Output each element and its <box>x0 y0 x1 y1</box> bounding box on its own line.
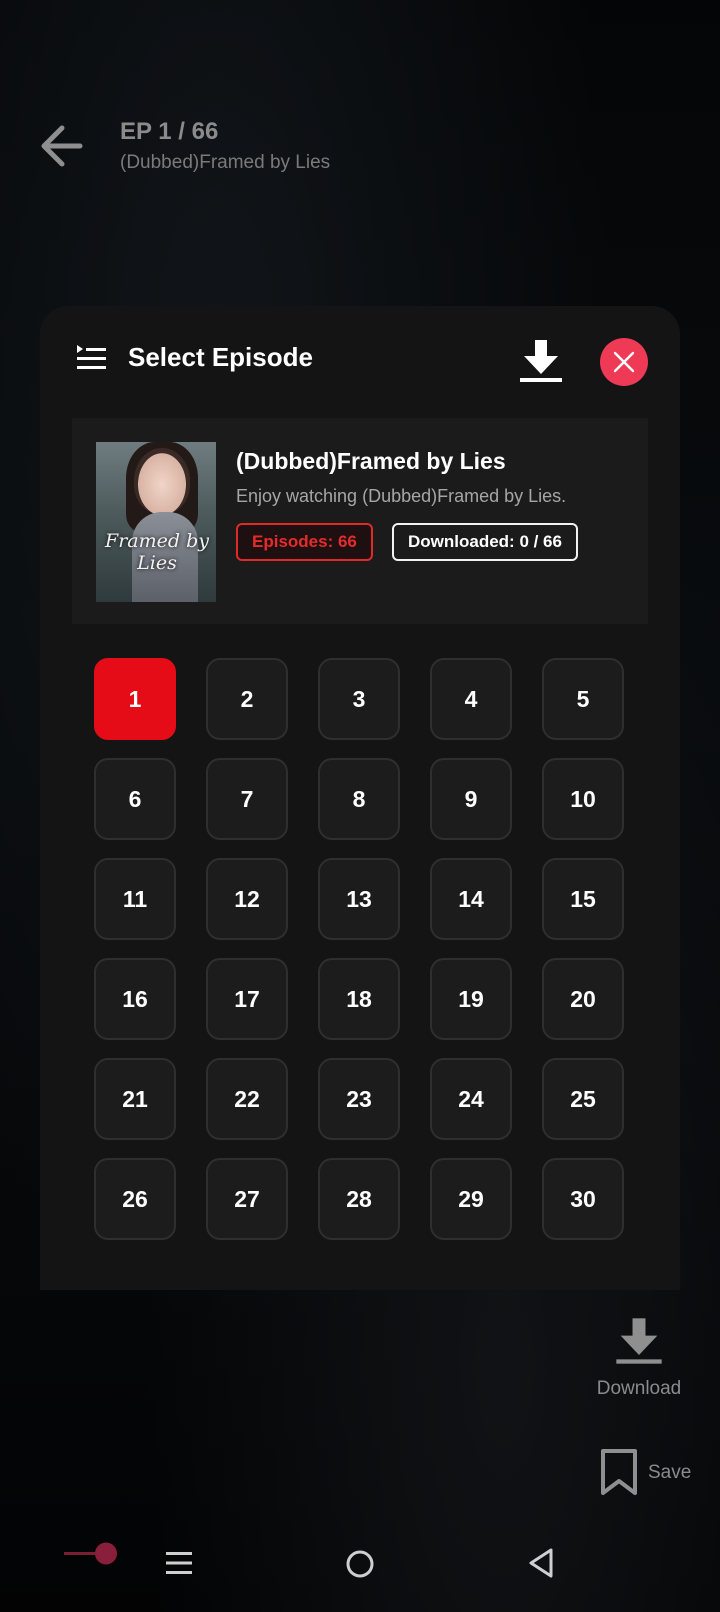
episode-button-21[interactable]: 21 <box>94 1058 176 1140</box>
episode-button-30[interactable]: 30 <box>542 1158 624 1240</box>
episode-button-1[interactable]: 1 <box>94 658 176 740</box>
episode-button-7[interactable]: 7 <box>206 758 288 840</box>
episode-button-28[interactable]: 28 <box>318 1158 400 1240</box>
download-icon <box>616 1318 662 1364</box>
episode-button-12[interactable]: 12 <box>206 858 288 940</box>
show-subtitle: (Dubbed)Framed by Lies <box>120 152 331 173</box>
list-play-icon <box>77 345 106 369</box>
menu-icon <box>166 1552 192 1574</box>
episodes-badge: Episodes: 66 <box>236 523 373 561</box>
episode-selector-sheet: Select Episode Framed by Lies (Dubbed)Fr… <box>40 306 680 1290</box>
episode-button-10[interactable]: 10 <box>542 758 624 840</box>
back-button[interactable] <box>36 118 92 174</box>
episode-counter: EP 1 / 66 <box>120 118 219 145</box>
episode-button-4[interactable]: 4 <box>430 658 512 740</box>
episode-button-13[interactable]: 13 <box>318 858 400 940</box>
episode-button-17[interactable]: 17 <box>206 958 288 1040</box>
episode-button-20[interactable]: 20 <box>542 958 624 1040</box>
episode-button-25[interactable]: 25 <box>542 1058 624 1140</box>
system-nav-bar <box>0 1530 720 1600</box>
episode-button-11[interactable]: 11 <box>94 858 176 940</box>
episode-button-19[interactable]: 19 <box>430 958 512 1040</box>
episode-button-15[interactable]: 15 <box>542 858 624 940</box>
sheet-header: Select Episode <box>40 306 680 416</box>
show-description: Enjoy watching (Dubbed)Framed by Lies. <box>236 486 567 506</box>
episode-button-24[interactable]: 24 <box>430 1058 512 1140</box>
bookmark-icon <box>601 1449 637 1495</box>
side-download-button[interactable]: Download <box>594 1314 684 1410</box>
episode-button-23[interactable]: 23 <box>318 1058 400 1140</box>
side-download-label: Download <box>596 1378 682 1399</box>
home-circle-icon <box>346 1550 374 1578</box>
episode-button-14[interactable]: 14 <box>430 858 512 940</box>
episode-button-18[interactable]: 18 <box>318 958 400 1040</box>
episode-button-5[interactable]: 5 <box>542 658 624 740</box>
close-icon <box>613 351 635 373</box>
episode-button-8[interactable]: 8 <box>318 758 400 840</box>
player-header: EP 1 / 66 (Dubbed)Framed by Lies <box>0 110 720 190</box>
nav-back-button[interactable] <box>526 1546 556 1580</box>
show-poster: Framed by Lies <box>96 442 216 602</box>
episode-button-29[interactable]: 29 <box>430 1158 512 1240</box>
episode-grid: 1 2 3 4 5 6 7 8 9 10 11 12 13 14 15 16 17 18 19 20 21 22 23 24 2… <box>94 658 624 1240</box>
sheet-title: Select Episode <box>128 342 313 372</box>
poster-art-face <box>134 448 190 514</box>
side-save-label: Save <box>648 1462 692 1483</box>
episode-button-26[interactable]: 26 <box>94 1158 176 1240</box>
episode-button-3[interactable]: 3 <box>318 658 400 740</box>
episode-button-6[interactable]: 6 <box>94 758 176 840</box>
nav-recents-button[interactable] <box>164 1548 194 1578</box>
download-icon <box>520 340 562 382</box>
triangle-back-icon <box>529 1548 553 1578</box>
download-all-button[interactable] <box>516 336 566 386</box>
episode-button-2[interactable]: 2 <box>206 658 288 740</box>
nav-home-button[interactable] <box>344 1548 376 1580</box>
arrow-left-icon <box>41 125 83 167</box>
episode-button-9[interactable]: 9 <box>430 758 512 840</box>
episode-button-22[interactable]: 22 <box>206 1058 288 1140</box>
downloaded-badge: Downloaded: 0 / 66 <box>392 523 578 561</box>
show-title: (Dubbed)Framed by Lies <box>236 448 506 474</box>
poster-title-text: Framed by Lies <box>105 530 209 574</box>
show-info-card: Framed by Lies (Dubbed)Framed by Lies En… <box>72 418 648 624</box>
side-save-button[interactable]: Save <box>598 1448 698 1498</box>
episode-button-16[interactable]: 16 <box>94 958 176 1040</box>
episode-button-27[interactable]: 27 <box>206 1158 288 1240</box>
close-button[interactable] <box>600 338 648 386</box>
